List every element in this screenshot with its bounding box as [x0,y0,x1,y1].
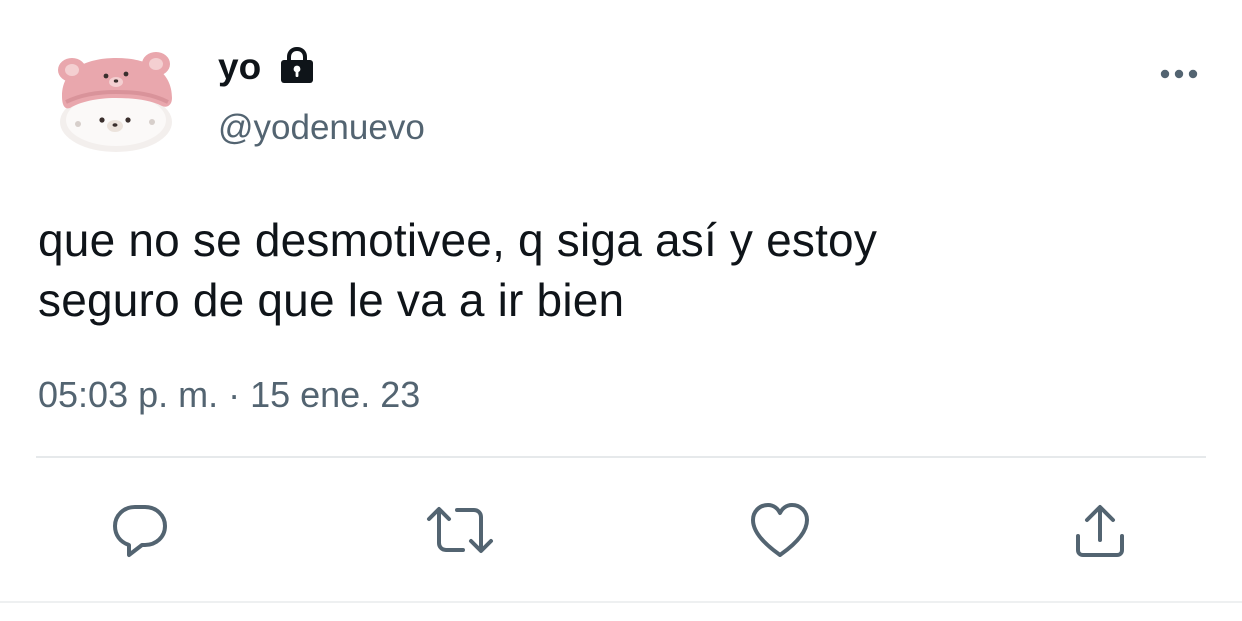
tweet-card: yo @yodenuevo que no se desmotivee, q si… [0,0,1242,621]
action-bar [0,495,1242,565]
reply-icon [113,505,167,557]
retweet-button[interactable] [425,495,495,565]
lock-icon [279,46,315,85]
tweet-timestamp[interactable]: 05:03 p. m. · 15 ene. 23 [38,377,420,413]
divider [0,601,1242,603]
heart-icon [751,503,809,557]
user-handle[interactable]: @yodenuevo [218,110,425,145]
display-name[interactable]: yo [218,48,261,85]
divider [36,456,1206,458]
display-name-row: yo [218,40,315,92]
retweet-icon [427,507,493,553]
avatar-image [58,52,172,152]
tweet-text: que no se desmotivee, q siga así y estoy… [38,214,878,326]
more-button[interactable] [1156,60,1202,88]
reply-button[interactable] [105,495,175,565]
avatar[interactable] [52,50,180,154]
more-icon [1160,69,1198,79]
like-button[interactable] [745,495,815,565]
share-button[interactable] [1065,495,1135,565]
share-icon [1076,505,1124,557]
